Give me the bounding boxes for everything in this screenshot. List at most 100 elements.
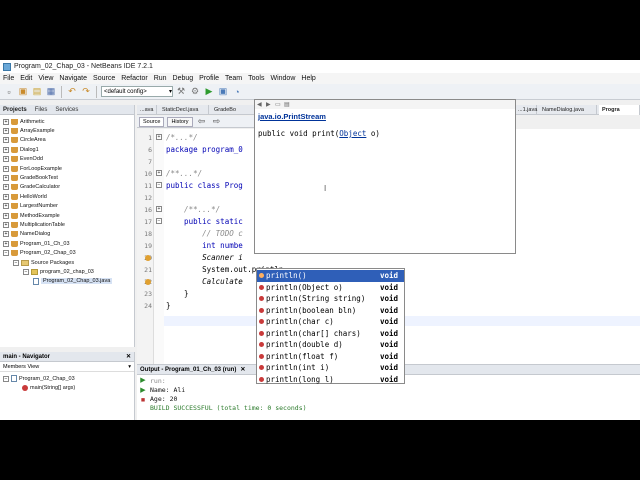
fold-collapse-icon[interactable]: −: [156, 218, 162, 224]
forward-icon[interactable]: ▶: [266, 102, 273, 108]
editor-tab[interactable]: NameDialog.java: [539, 105, 597, 115]
editor-tab-active[interactable]: Progra: [599, 105, 640, 115]
menu-window[interactable]: Window: [270, 75, 295, 82]
new-project-icon[interactable]: ▣: [17, 86, 29, 98]
expand-toggle-icon[interactable]: +: [3, 240, 9, 247]
collapse-toggle-icon[interactable]: −: [13, 259, 19, 266]
tree-item[interactable]: + ArrayExample: [3, 126, 55, 135]
completion-item[interactable]: println(double d) void: [257, 339, 404, 351]
fold-expand-icon[interactable]: +: [156, 170, 162, 176]
expand-toggle-icon[interactable]: +: [3, 175, 9, 182]
tree-item[interactable]: + CircleArea: [3, 136, 46, 145]
editor-tab[interactable]: ...ava: [137, 105, 157, 115]
completion-item[interactable]: println(Object o) void: [257, 282, 404, 294]
close-icon[interactable]: ✕: [240, 366, 245, 373]
navigator-class-row[interactable]: − Program_02_Chap_03: [3, 374, 75, 383]
expand-toggle-icon[interactable]: +: [3, 128, 9, 135]
completion-item[interactable]: println() void: [257, 270, 404, 282]
tree-item[interactable]: + Program_01_Ch_03: [3, 239, 70, 248]
build-icon[interactable]: ⚒: [175, 86, 187, 98]
expand-toggle-icon[interactable]: +: [3, 118, 9, 125]
debug-icon[interactable]: ▣: [217, 86, 229, 98]
tree-item[interactable]: − program_02_chap_03: [23, 267, 94, 276]
tree-item[interactable]: + MethodExample: [3, 211, 60, 220]
tab-files[interactable]: Files: [35, 107, 48, 113]
forward-icon[interactable]: ⇨: [211, 116, 223, 128]
tree-item[interactable]: + LargestNumber: [3, 202, 58, 211]
navigator-member-row[interactable]: main(String[] args): [22, 383, 75, 392]
expand-toggle-icon[interactable]: +: [3, 193, 9, 200]
signature-type-link[interactable]: Object: [339, 129, 366, 138]
fold-expand-icon[interactable]: +: [156, 206, 162, 212]
menu-profile[interactable]: Profile: [199, 75, 219, 82]
expand-toggle-icon[interactable]: +: [3, 146, 9, 153]
tree-item[interactable]: + Arithmetic: [3, 117, 44, 126]
expand-toggle-icon[interactable]: +: [3, 165, 9, 172]
tree-item[interactable]: − Program_02_Chap_03: [3, 249, 76, 258]
menu-view[interactable]: View: [38, 75, 53, 82]
back-icon[interactable]: ⇦: [196, 116, 208, 128]
completion-item[interactable]: println(float f) void: [257, 351, 404, 363]
tree-item[interactable]: − Source Packages: [13, 258, 74, 267]
menu-run[interactable]: Run: [154, 75, 167, 82]
run-icon[interactable]: ▶: [203, 86, 215, 98]
editor-tab[interactable]: StaticDecl.java: [159, 105, 209, 115]
completion-item[interactable]: println(long l) void: [257, 374, 404, 386]
menu-help[interactable]: Help: [301, 75, 315, 82]
expand-toggle-icon[interactable]: +: [3, 203, 9, 210]
save-all-icon[interactable]: ▦: [45, 86, 57, 98]
config-select[interactable]: <default config> ▾: [101, 86, 173, 97]
tab-projects[interactable]: Projects: [3, 107, 27, 113]
close-icon[interactable]: ✕: [126, 353, 131, 360]
history-button[interactable]: History: [167, 116, 193, 127]
collapse-toggle-icon[interactable]: −: [3, 375, 9, 382]
completion-item[interactable]: println(boolean bln) void: [257, 305, 404, 317]
rerun-icon[interactable]: ▶: [139, 377, 147, 385]
tree-item[interactable]: + MultiplicationTable: [3, 220, 65, 229]
expand-toggle-icon[interactable]: +: [3, 222, 9, 229]
browser-icon[interactable]: ▤: [284, 102, 291, 108]
rerun-fast-icon[interactable]: ▶: [139, 387, 147, 395]
new-file-icon[interactable]: ▫: [3, 86, 15, 98]
menu-tools[interactable]: Tools: [248, 75, 264, 82]
navigator-view-select[interactable]: Members View ▾: [0, 362, 134, 372]
javadoc-class-link[interactable]: java.io.PrintStream: [258, 112, 326, 121]
source-button[interactable]: Source: [139, 116, 165, 127]
fold-collapse-icon[interactable]: −: [156, 182, 162, 188]
menu-team[interactable]: Team: [225, 75, 242, 82]
stop-icon[interactable]: ■: [139, 397, 147, 405]
open-project-icon[interactable]: ▤: [31, 86, 43, 98]
back-icon[interactable]: ◀: [257, 102, 264, 108]
editor-tab[interactable]: ...1.java: [515, 105, 537, 115]
menu-source[interactable]: Source: [93, 75, 115, 82]
tree-item[interactable]: + NameDialog: [3, 230, 50, 239]
open-source-icon[interactable]: ▭: [275, 102, 282, 108]
warning-icon[interactable]: [145, 255, 151, 261]
menu-refactor[interactable]: Refactor: [121, 75, 147, 82]
completion-item[interactable]: println(char c) void: [257, 316, 404, 328]
tree-item[interactable]: + Dialog1: [3, 145, 39, 154]
menu-edit[interactable]: Edit: [20, 75, 32, 82]
expand-toggle-icon[interactable]: +: [3, 156, 9, 163]
clean-build-icon[interactable]: ⚙: [189, 86, 201, 98]
expand-toggle-icon[interactable]: +: [3, 184, 9, 191]
editor-tab[interactable]: GradeBo: [211, 105, 255, 115]
profile-icon[interactable]: ◔: [231, 86, 243, 98]
completion-item[interactable]: println(char[] chars) void: [257, 328, 404, 340]
tab-services[interactable]: Services: [55, 107, 78, 113]
menu-debug[interactable]: Debug: [173, 75, 194, 82]
warning-icon[interactable]: [145, 279, 151, 285]
tree-item[interactable]: + HelloWorld: [3, 192, 47, 201]
expand-toggle-icon[interactable]: +: [3, 231, 9, 238]
tree-item[interactable]: Program_02_Chap_03.java: [33, 277, 113, 286]
redo-icon[interactable]: ↷: [80, 86, 92, 98]
completion-item[interactable]: println(String string) void: [257, 293, 404, 305]
collapse-toggle-icon[interactable]: −: [23, 269, 29, 276]
menu-navigate[interactable]: Navigate: [59, 75, 87, 82]
menu-file[interactable]: File: [3, 75, 14, 82]
undo-icon[interactable]: ↶: [66, 86, 78, 98]
tree-item[interactable]: + ForLoopExample: [3, 164, 62, 173]
tree-item[interactable]: + GradeBookTest: [3, 173, 58, 182]
fold-expand-icon[interactable]: +: [156, 134, 162, 140]
tree-item[interactable]: + GradeCalculator: [3, 183, 60, 192]
